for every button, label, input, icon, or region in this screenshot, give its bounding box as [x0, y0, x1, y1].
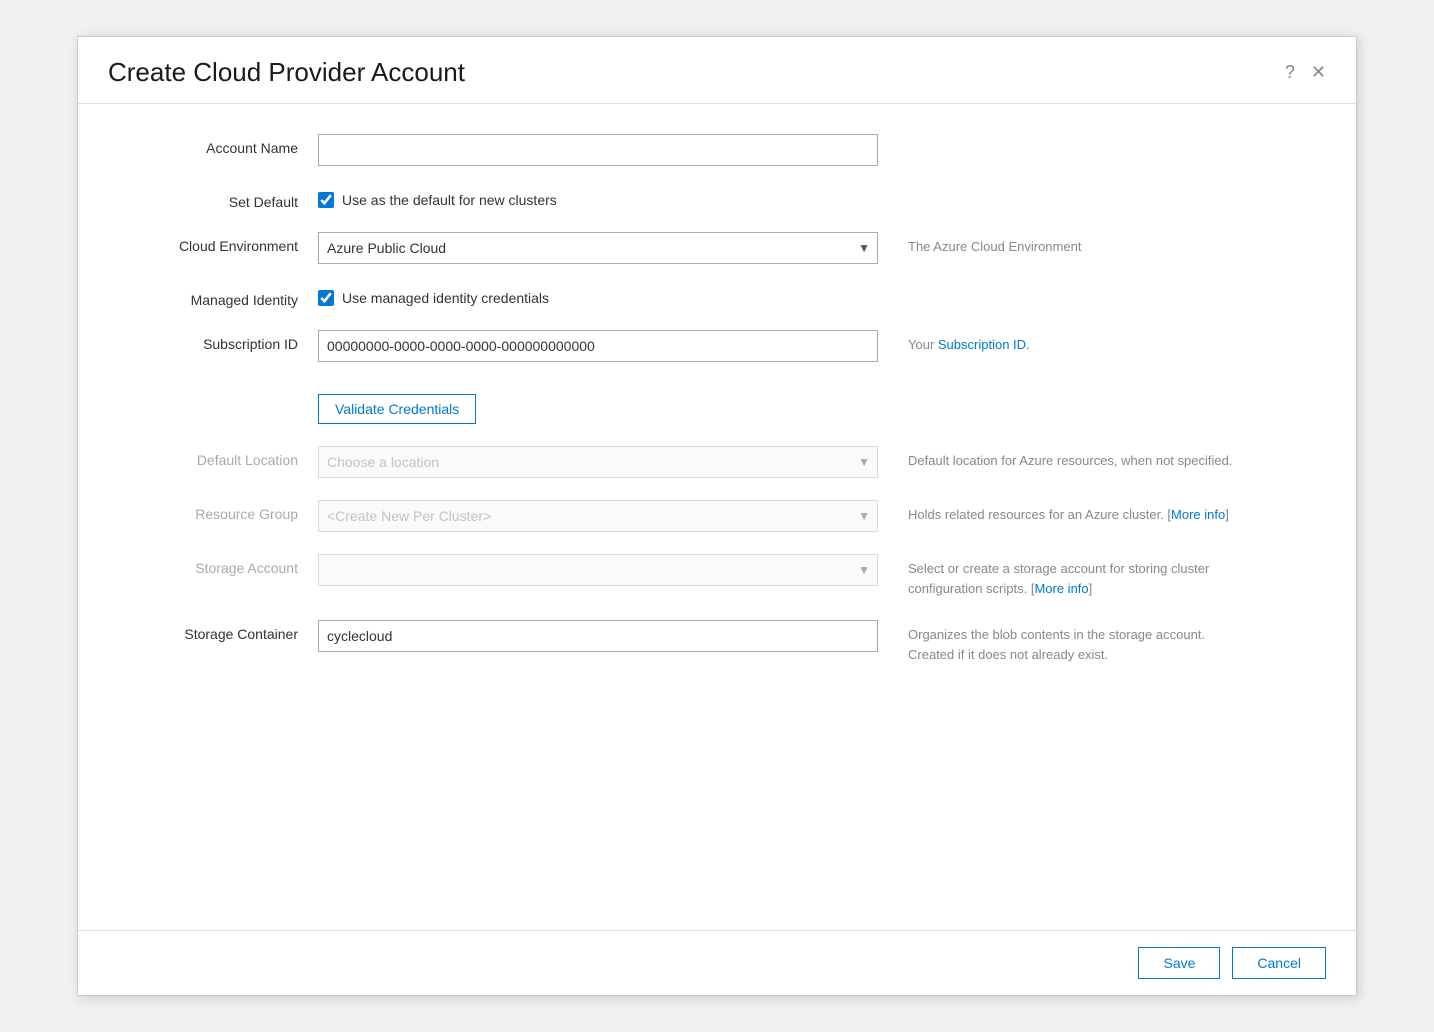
validate-credentials-spacer	[118, 384, 318, 390]
resource-group-select-wrapper: <Create New Per Cluster> ▼	[318, 500, 878, 532]
help-icon[interactable]: ?	[1285, 62, 1295, 83]
set-default-control: Use as the default for new clusters	[318, 188, 878, 208]
cloud-environment-label: Cloud Environment	[118, 232, 318, 254]
validate-credentials-row: Validate Credentials	[118, 384, 1316, 424]
resource-group-row: Resource Group <Create New Per Cluster> …	[118, 500, 1316, 532]
default-location-select[interactable]: Choose a location	[318, 446, 878, 478]
set-default-row: Set Default Use as the default for new c…	[118, 188, 1316, 210]
default-location-row: Default Location Choose a location ▼ Def…	[118, 446, 1316, 478]
create-cloud-provider-dialog: Create Cloud Provider Account ? ✕ Accoun…	[77, 36, 1357, 996]
set-default-checkbox-row: Use as the default for new clusters	[318, 188, 878, 208]
validate-credentials-button[interactable]: Validate Credentials	[318, 394, 476, 424]
subscription-id-help: Your Subscription ID.	[908, 330, 1030, 355]
dialog-body: Account Name Set Default Use as the defa…	[78, 104, 1356, 930]
storage-account-select-wrapper: ▼	[318, 554, 878, 586]
validate-credentials-control: Validate Credentials	[318, 384, 878, 424]
cloud-environment-select-wrapper: Azure Public Cloud Azure Government Clou…	[318, 232, 878, 264]
managed-identity-row: Managed Identity Use managed identity cr…	[118, 286, 1316, 308]
set-default-checkbox[interactable]	[318, 192, 334, 208]
storage-container-label: Storage Container	[118, 620, 318, 642]
dialog-footer: Save Cancel	[78, 930, 1356, 995]
subscription-id-help-link[interactable]: Subscription ID.	[938, 337, 1030, 352]
set-default-label: Set Default	[118, 188, 318, 210]
storage-account-select[interactable]	[318, 554, 878, 586]
resource-group-label: Resource Group	[118, 500, 318, 522]
subscription-id-control	[318, 330, 878, 362]
storage-account-label: Storage Account	[118, 554, 318, 576]
dialog-title: Create Cloud Provider Account	[108, 57, 465, 88]
account-name-input[interactable]	[318, 134, 878, 166]
cloud-environment-help: The Azure Cloud Environment	[908, 232, 1081, 257]
storage-account-help: Select or create a storage account for s…	[908, 554, 1248, 598]
cloud-environment-control: Azure Public Cloud Azure Government Clou…	[318, 232, 878, 264]
default-location-label: Default Location	[118, 446, 318, 468]
managed-identity-label: Managed Identity	[118, 286, 318, 308]
default-location-help: Default location for Azure resources, wh…	[908, 446, 1232, 471]
account-name-control	[318, 134, 878, 166]
default-location-control: Choose a location ▼	[318, 446, 878, 478]
save-button[interactable]: Save	[1138, 947, 1220, 979]
resource-group-control: <Create New Per Cluster> ▼	[318, 500, 878, 532]
cloud-environment-select[interactable]: Azure Public Cloud Azure Government Clou…	[318, 232, 878, 264]
managed-identity-checkbox-row: Use managed identity credentials	[318, 286, 878, 306]
set-default-checkbox-label: Use as the default for new clusters	[342, 192, 557, 208]
storage-account-control: ▼	[318, 554, 878, 586]
resource-group-help: Holds related resources for an Azure clu…	[908, 500, 1229, 525]
close-icon[interactable]: ✕	[1311, 62, 1326, 83]
storage-container-input[interactable]	[318, 620, 878, 652]
managed-identity-checkbox-label: Use managed identity credentials	[342, 290, 549, 306]
subscription-id-label: Subscription ID	[118, 330, 318, 352]
storage-container-help: Organizes the blob contents in the stora…	[908, 620, 1248, 664]
account-name-label: Account Name	[118, 134, 318, 156]
subscription-id-input[interactable]	[318, 330, 878, 362]
subscription-id-help-prefix: Your	[908, 337, 938, 352]
storage-account-row: Storage Account ▼ Select or create a sto…	[118, 554, 1316, 598]
managed-identity-control: Use managed identity credentials	[318, 286, 878, 306]
resource-group-select[interactable]: <Create New Per Cluster>	[318, 500, 878, 532]
resource-group-more-info-link[interactable]: More info	[1171, 507, 1225, 522]
default-location-select-wrapper: Choose a location ▼	[318, 446, 878, 478]
storage-container-row: Storage Container Organizes the blob con…	[118, 620, 1316, 664]
storage-container-control	[318, 620, 878, 652]
cloud-environment-row: Cloud Environment Azure Public Cloud Azu…	[118, 232, 1316, 264]
storage-account-more-info-link[interactable]: More info	[1034, 581, 1088, 596]
subscription-id-row: Subscription ID Your Subscription ID.	[118, 330, 1316, 362]
dialog-header: Create Cloud Provider Account ? ✕	[78, 37, 1356, 104]
account-name-row: Account Name	[118, 134, 1316, 166]
header-actions: ? ✕	[1285, 62, 1326, 83]
cancel-button[interactable]: Cancel	[1232, 947, 1326, 979]
managed-identity-checkbox[interactable]	[318, 290, 334, 306]
